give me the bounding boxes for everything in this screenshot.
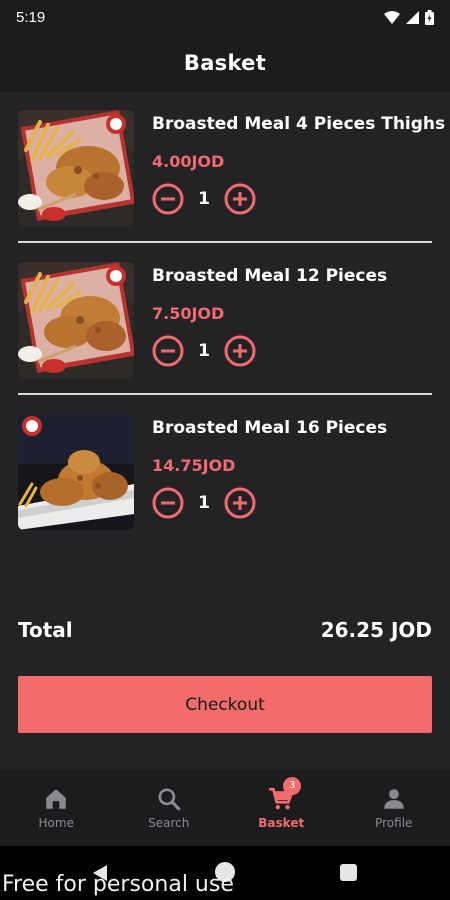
nav-label: Search xyxy=(148,816,190,830)
increase-quantity-button[interactable] xyxy=(224,487,256,519)
item-price: 14.75JOD xyxy=(152,456,236,475)
item-price: 7.50JOD xyxy=(152,304,225,323)
basket-list: Broasted Meal 4 Pieces Thighs 4.00JOD 1 xyxy=(0,92,450,770)
bottom-nav: Home Search 3 Basket Profile xyxy=(0,770,450,846)
product-image xyxy=(18,262,134,378)
battery-icon xyxy=(425,9,434,25)
basket-item: Broasted Meal 4 Pieces Thighs 4.00JOD 1 xyxy=(18,108,445,238)
quantity-value: 1 xyxy=(198,341,210,361)
quantity-stepper: 1 xyxy=(152,486,256,520)
total-label: Total xyxy=(18,618,73,642)
increase-quantity-button[interactable] xyxy=(224,183,256,215)
divider xyxy=(18,241,432,243)
total-value: 26.25 JOD xyxy=(320,618,432,642)
product-image xyxy=(18,110,134,226)
checkout-button[interactable]: Checkout xyxy=(18,676,432,733)
basket-item: Broasted Meal 12 Pieces 7.50JOD 1 xyxy=(18,260,432,390)
status-bar: 5:19 xyxy=(0,0,450,34)
search-icon xyxy=(158,788,181,811)
status-icons xyxy=(384,9,434,25)
item-name: Broasted Meal 4 Pieces Thighs xyxy=(152,114,446,134)
watermark: Free for personal use xyxy=(2,872,234,897)
nav-item-profile[interactable]: Profile xyxy=(338,770,450,846)
nav-label: Home xyxy=(38,816,74,830)
divider xyxy=(18,393,432,395)
app-header: Basket xyxy=(0,34,450,92)
fried-chicken-plate-photo xyxy=(18,414,134,530)
decrease-quantity-button[interactable] xyxy=(152,335,184,367)
fried-chicken-fries-photo xyxy=(18,262,134,378)
nav-item-search[interactable]: Search xyxy=(113,770,226,846)
quantity-value: 1 xyxy=(198,189,210,209)
home-icon xyxy=(46,789,66,809)
nav-item-home[interactable]: Home xyxy=(0,770,113,846)
recent-apps-icon[interactable] xyxy=(340,864,357,881)
quantity-stepper: 1 xyxy=(152,334,256,368)
signal-icon xyxy=(406,10,419,24)
item-name: Broasted Meal 12 Pieces xyxy=(152,266,388,286)
decrease-quantity-button[interactable] xyxy=(152,183,184,215)
nav-label: Basket xyxy=(258,816,305,830)
status-time: 5:19 xyxy=(16,8,46,26)
nav-item-basket[interactable]: 3 Basket xyxy=(225,770,338,846)
cart-count-badge: 3 xyxy=(283,777,301,795)
decrease-quantity-button[interactable] xyxy=(152,487,184,519)
product-image xyxy=(18,414,134,530)
person-icon xyxy=(384,789,404,809)
item-price: 4.00JOD xyxy=(152,152,225,171)
increase-quantity-button[interactable] xyxy=(224,335,256,367)
item-name: Broasted Meal 16 Pieces xyxy=(152,418,388,438)
quantity-value: 1 xyxy=(198,493,210,513)
page-title: Basket xyxy=(183,51,267,75)
wifi-icon xyxy=(384,10,400,24)
nav-label: Profile xyxy=(375,816,413,830)
fried-chicken-fries-photo xyxy=(18,110,134,226)
quantity-stepper: 1 xyxy=(152,182,256,216)
basket-item: Broasted Meal 16 Pieces 14.75JOD 1 xyxy=(18,412,432,542)
